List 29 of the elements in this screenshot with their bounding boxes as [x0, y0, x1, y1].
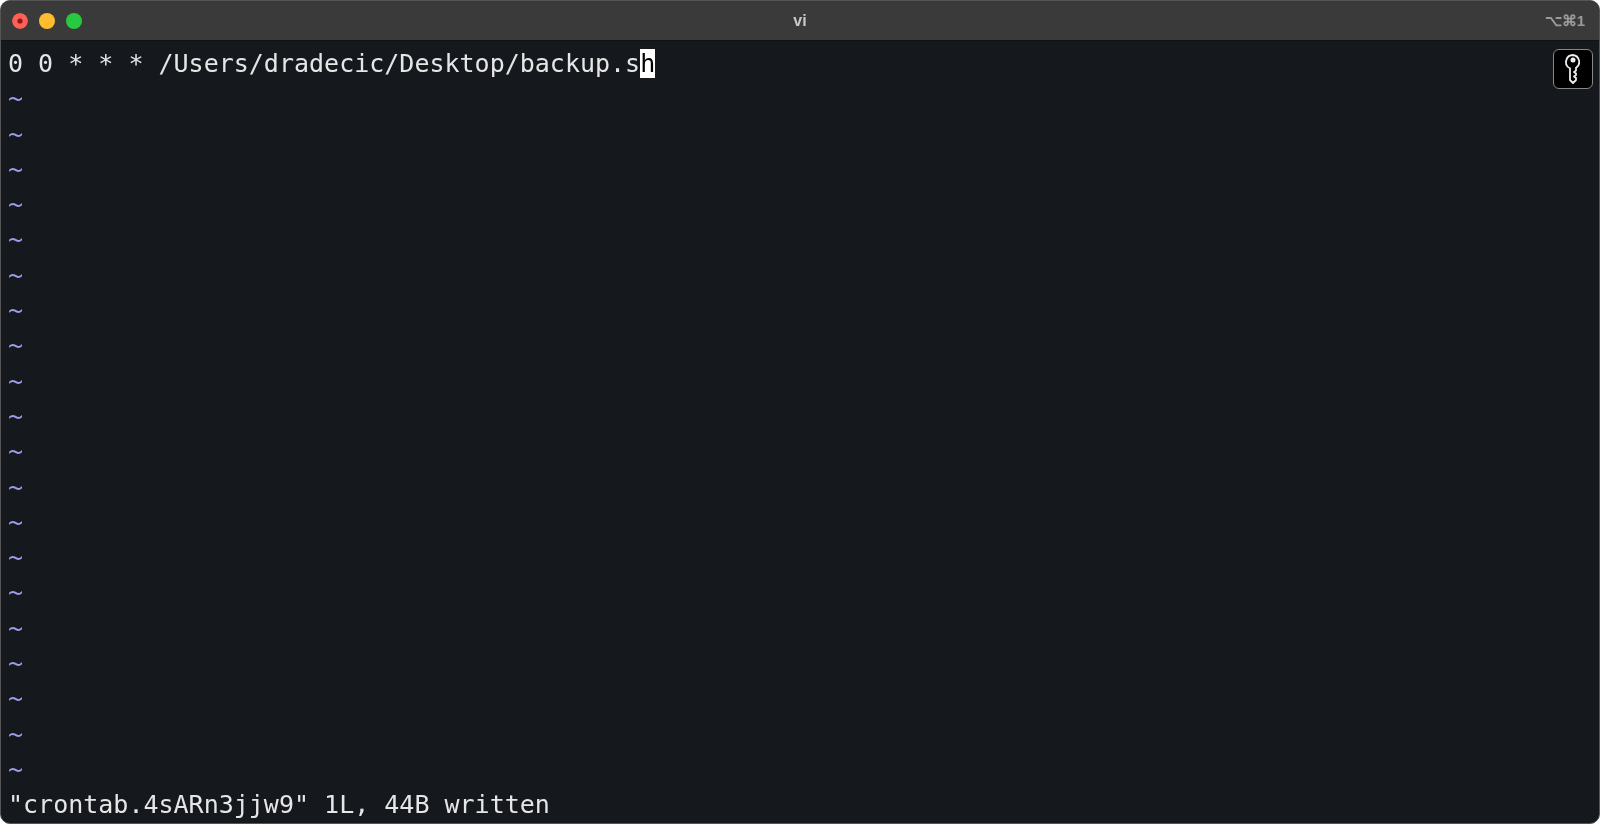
empty-line-marker: ~ [8, 296, 24, 326]
empty-line-marker: ~ [8, 649, 24, 679]
minimize-button[interactable] [39, 12, 55, 29]
empty-line-marker: ~ [8, 578, 24, 608]
close-button[interactable] [12, 12, 28, 29]
empty-line-marker: ~ [8, 543, 24, 573]
empty-line-marker: ~ [8, 154, 24, 184]
empty-line-marker: ~ [8, 190, 24, 220]
empty-line-marker: ~ [8, 684, 24, 714]
editor-line: 0 0 * * * /Users/dradecic/Desktop/backup.s [8, 49, 641, 78]
empty-line-marker: ~ [8, 754, 24, 784]
empty-line-marker: ~ [8, 225, 24, 255]
zoom-button[interactable] [66, 12, 82, 29]
empty-line-marker: ~ [8, 719, 24, 749]
status-message: "crontab.4sARn3jjw9" 1L, 44B written [8, 789, 551, 822]
empty-line-marker: ~ [8, 613, 24, 643]
window-title: vi [793, 11, 807, 30]
empty-line-marker: ~ [8, 507, 24, 537]
key-icon[interactable] [1553, 49, 1593, 89]
shortcut-label: ⌥⌘1 [1544, 11, 1585, 30]
empty-line-marker: ~ [8, 260, 24, 290]
empty-line-marker: ~ [8, 401, 24, 431]
empty-line-marker: ~ [8, 331, 24, 361]
text-cursor: h [640, 49, 656, 78]
empty-line-marker: ~ [8, 472, 24, 502]
empty-line-marker: ~ [8, 84, 24, 114]
empty-line-marker: ~ [8, 366, 24, 396]
empty-line-marker: ~ [8, 119, 24, 149]
empty-line-marker: ~ [8, 437, 24, 467]
